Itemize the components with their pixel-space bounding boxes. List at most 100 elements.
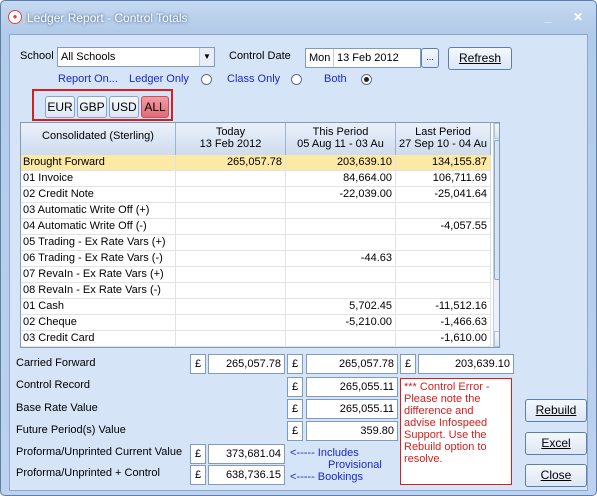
ledger-only-radio[interactable] [201, 74, 212, 85]
cell-this: 203,639.10 [286, 155, 396, 171]
cell-this [286, 283, 396, 299]
ledger-only-label: Ledger Only [129, 73, 189, 85]
cell-this: 84,664.00 [286, 171, 396, 187]
proforma-control-label: Proforma/Unprinted + Control [16, 467, 160, 479]
table-row[interactable]: 02 Credit Note -22,039.00 -25,041.64 [21, 187, 491, 203]
future-periods-label: Future Period(s) Value [16, 424, 126, 436]
currency-gbp-button[interactable]: GBP [77, 96, 107, 118]
close-window-button[interactable]: ✕ [568, 9, 588, 25]
school-dropdown[interactable]: All Schools ▼ [57, 47, 215, 67]
provisional-note-line1: <----- Includes [290, 447, 359, 459]
cell-last [396, 267, 491, 283]
scroll-down-icon[interactable]: ▼ [494, 331, 499, 347]
cell-last: -11,512.16 [396, 299, 491, 315]
school-label: School [20, 50, 54, 62]
table-row[interactable]: Brought Forward 265,057.78 203,639.10 134,1… [21, 155, 491, 171]
class-only-radio[interactable] [291, 74, 302, 85]
rebuild-button[interactable]: Rebuild [525, 399, 587, 422]
cell-last [396, 203, 491, 219]
cell-this [286, 219, 396, 235]
both-radio[interactable] [361, 74, 372, 85]
cell-today [176, 331, 286, 347]
cell-last: -4,057.55 [396, 219, 491, 235]
school-value: All Schools [61, 51, 116, 63]
cell-name: 02 Credit Note [21, 187, 176, 203]
cell-this [286, 331, 396, 347]
cell-last: 134,155.87 [396, 155, 491, 171]
report-on-label: Report On... [58, 73, 118, 85]
column-header-name: Consolidated (Sterling) [21, 123, 176, 155]
cell-name: 01 Cash [21, 299, 176, 315]
carried-forward-label: Carried Forward [16, 357, 96, 369]
cell-today [176, 235, 286, 251]
provisional-note-line2: Provisional [328, 459, 382, 471]
client-area: School All Schools ▼ Control Date Mon 13… [9, 34, 588, 491]
ledger-report-window: ● Ledger Report - Control Totals _ ✕ Sch… [0, 0, 597, 496]
cell-today [176, 251, 286, 267]
cell-today [176, 283, 286, 299]
column-header-this-period: This Period 05 Aug 11 - 03 Au [286, 123, 396, 155]
table-row[interactable]: 01 Cash 5,702.45 -11,512.16 [21, 299, 491, 315]
control-totals-grid[interactable]: Consolidated (Sterling) Today 13 Feb 2012… [20, 122, 500, 348]
excel-button[interactable]: Excel [525, 432, 587, 455]
chevron-down-icon[interactable]: ▼ [199, 48, 214, 66]
cell-name: 03 Credit Card [21, 331, 176, 347]
cell-last [396, 283, 491, 299]
vertical-scrollbar[interactable]: ▲ ▼ [493, 123, 499, 347]
column-header-today: Today 13 Feb 2012 [176, 123, 286, 155]
proforma-control-value: 638,736.15 [208, 465, 285, 485]
minimize-button[interactable]: _ [538, 9, 558, 25]
currency-symbol: £ [190, 354, 206, 374]
cell-name: 07 RevaIn - Ex Rate Vars (+) [21, 267, 176, 283]
cell-last [396, 251, 491, 267]
table-row[interactable]: 04 Automatic Write Off (-) -4,057.55 [21, 219, 491, 235]
cell-name: 08 RevaIn - Ex Rate Vars (-) [21, 283, 176, 299]
cell-this: -22,039.00 [286, 187, 396, 203]
base-rate-value: 265,055.11 [306, 399, 398, 419]
cell-today: 265,057.78 [176, 155, 286, 171]
table-row[interactable]: 08 RevaIn - Ex Rate Vars (-) [21, 283, 491, 299]
scroll-thumb[interactable] [494, 140, 499, 280]
refresh-button[interactable]: Refresh [448, 47, 512, 70]
table-row[interactable]: 07 RevaIn - Ex Rate Vars (+) [21, 267, 491, 283]
cell-this: 5,702.45 [286, 299, 396, 315]
close-button[interactable]: Close [525, 464, 587, 487]
date-picker-button[interactable]: ... [421, 48, 439, 68]
cell-name: 05 Trading - Ex Rate Vars (+) [21, 235, 176, 251]
cell-today [176, 171, 286, 187]
cell-name: Brought Forward [21, 155, 176, 171]
cell-last: 106,711.69 [396, 171, 491, 187]
table-row[interactable]: 03 Automatic Write Off (+) [21, 203, 491, 219]
control-date-input[interactable]: Mon 13 Feb 2012 [305, 48, 421, 68]
currency-symbol: £ [287, 399, 303, 419]
currency-eur-button[interactable]: EUR [45, 96, 75, 118]
cell-today [176, 315, 286, 331]
cell-last: -25,041.64 [396, 187, 491, 203]
currency-usd-button[interactable]: USD [109, 96, 139, 118]
currency-all-button[interactable]: ALL [141, 96, 169, 118]
control-date-label: Control Date [229, 50, 291, 62]
cell-name: 03 Automatic Write Off (+) [21, 203, 176, 219]
title-bar[interactable]: ● Ledger Report - Control Totals _ ✕ [1, 1, 596, 33]
column-header-last-period: Last Period 27 Sep 10 - 04 Au [396, 123, 491, 155]
cell-name: 06 Trading - Ex Rate Vars (-) [21, 251, 176, 267]
currency-symbol: £ [400, 354, 416, 374]
table-row[interactable]: 02 Cheque -5,210.00 -1,466.63 [21, 315, 491, 331]
table-row[interactable]: 03 Credit Card -1,610.00 [21, 331, 491, 347]
carried-forward-this-period: 265,057.78 [306, 354, 398, 374]
cell-today [176, 203, 286, 219]
table-row[interactable]: 05 Trading - Ex Rate Vars (+) [21, 235, 491, 251]
app-icon: ● [8, 10, 22, 24]
control-date-value: 13 Feb 2012 [333, 49, 399, 67]
cell-today [176, 219, 286, 235]
currency-symbol: £ [287, 377, 303, 397]
scroll-up-icon[interactable]: ▲ [494, 123, 499, 139]
table-row[interactable]: 06 Trading - Ex Rate Vars (-) -44.63 [21, 251, 491, 267]
control-record-label: Control Record [16, 379, 90, 391]
cell-this: -5,210.00 [286, 315, 396, 331]
cell-last: -1,466.63 [396, 315, 491, 331]
carried-forward-last-period: 203,639.10 [418, 354, 514, 374]
grid-header: Consolidated (Sterling) Today 13 Feb 2012… [21, 123, 491, 155]
table-row[interactable]: 01 Invoice 84,664.00 106,711.69 [21, 171, 491, 187]
currency-symbol: £ [287, 421, 303, 441]
